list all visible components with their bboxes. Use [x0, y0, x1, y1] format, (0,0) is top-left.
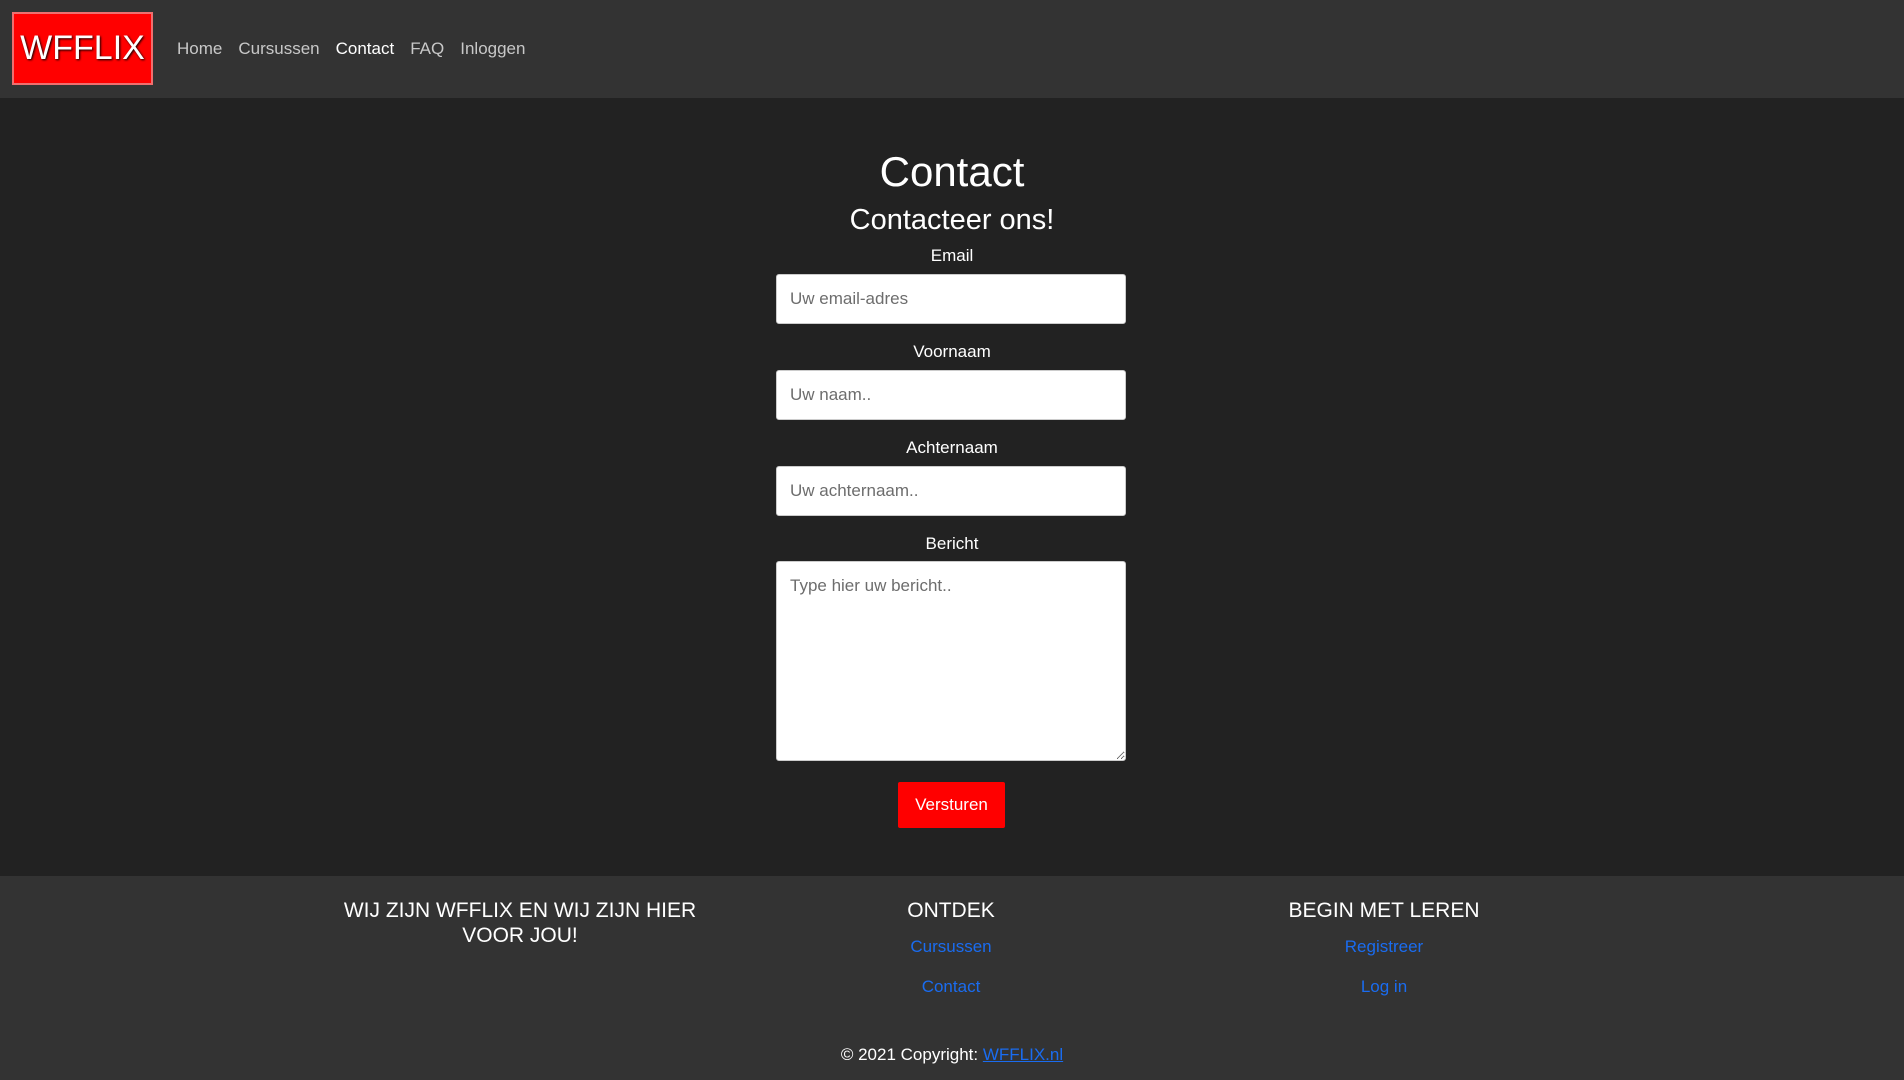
- lastname-input[interactable]: [776, 466, 1126, 516]
- footer-about: WIJ ZIJN WFFLIX EN WIJ ZIJN HIER VOOR JO…: [314, 898, 726, 948]
- contact-section: Contact Contacteer ons! Email Voornaam A…: [0, 98, 1904, 876]
- message-label: Bericht: [925, 534, 979, 553]
- navbar: WFFLIX Home Cursussen Contact FAQ Inlogg…: [0, 0, 1904, 98]
- submit-button[interactable]: Versturen: [898, 782, 1005, 828]
- lastname-label: Achternaam: [906, 438, 998, 457]
- page-subtitle: Contacteer ons!: [849, 204, 1055, 236]
- nav-link-faq[interactable]: FAQ: [410, 39, 444, 59]
- footer-link-registreer[interactable]: Registreer: [1254, 937, 1514, 957]
- nav-link-cursussen[interactable]: Cursussen: [238, 39, 319, 59]
- footer-discover: ONTDEK Cursussen Contact: [850, 898, 1052, 997]
- footer-about-heading: WIJ ZIJN WFFLIX EN WIJ ZIJN HIER VOOR JO…: [343, 899, 697, 947]
- logo[interactable]: WFFLIX: [12, 12, 153, 85]
- footer-discover-heading: ONTDEK: [907, 899, 995, 922]
- footer-learn: BEGIN MET LEREN Registreer Log in: [1254, 898, 1514, 997]
- footer-link-cursussen[interactable]: Cursussen: [850, 937, 1052, 957]
- copyright-text: © 2021 Copyright:: [840, 1045, 983, 1064]
- footer-link-login[interactable]: Log in: [1254, 977, 1514, 997]
- footer: WIJ ZIJN WFFLIX EN WIJ ZIJN HIER VOOR JO…: [0, 876, 1904, 1080]
- email-label: Email: [930, 246, 974, 265]
- nav-links: Home Cursussen Contact FAQ Inloggen: [177, 0, 541, 98]
- nav-link-inloggen[interactable]: Inloggen: [460, 39, 525, 59]
- footer-link-contact[interactable]: Contact: [850, 977, 1052, 997]
- nav-link-contact[interactable]: Contact: [336, 39, 395, 59]
- copyright: © 2021 Copyright: WFFLIX.nl: [0, 1045, 1904, 1065]
- email-input[interactable]: [776, 274, 1126, 324]
- firstname-label: Voornaam: [913, 342, 991, 361]
- nav-link-home[interactable]: Home: [177, 39, 222, 59]
- firstname-input[interactable]: [776, 370, 1126, 420]
- page-title: Contact: [879, 148, 1025, 195]
- message-textarea[interactable]: [776, 561, 1126, 761]
- footer-learn-heading: BEGIN MET LEREN: [1288, 899, 1480, 922]
- copyright-link[interactable]: WFFLIX.nl: [983, 1045, 1063, 1064]
